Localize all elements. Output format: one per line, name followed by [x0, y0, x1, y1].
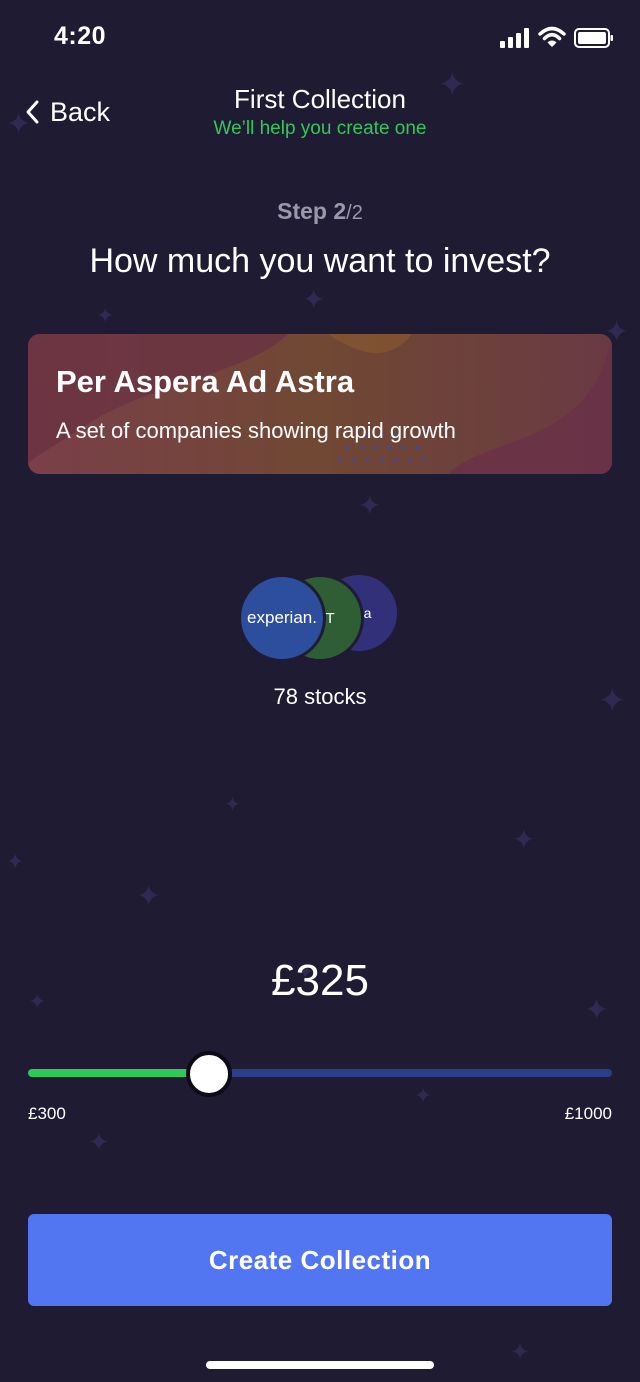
- create-collection-button[interactable]: Create Collection: [28, 1214, 612, 1306]
- star-decoration-icon: ✦: [510, 1338, 531, 1366]
- status-time: 4:20: [54, 22, 107, 50]
- app-screen: ✦ ✦ ✦ ✦ ✦ ✦ ✦ ✦ ✦ ✦ ✦ ✦ ✦ ✦ ✦ ✦ ✦ 4:20 B…: [0, 0, 640, 1382]
- star-decoration-icon: ✦: [358, 489, 382, 522]
- slider-min-label: £300: [28, 1104, 66, 1123]
- wifi-icon: [538, 26, 566, 47]
- page-subtitle: We’ll help you create one: [213, 118, 427, 139]
- card-background-art: [28, 334, 612, 474]
- collection-title: Per Aspera Ad Astra: [56, 364, 355, 399]
- company-logo-experian: experian.: [238, 574, 326, 662]
- star-decoration-icon: ✦: [136, 879, 162, 914]
- slider-thumb[interactable]: [186, 1051, 232, 1097]
- company-logo-stack: neca ATT experian.: [238, 572, 404, 662]
- slider-fill: [28, 1069, 209, 1077]
- collection-description: A set of companies showing rapid growth: [56, 418, 456, 443]
- question-heading: How much you want to invest?: [89, 242, 551, 280]
- star-decoration-icon: ✦: [512, 823, 536, 856]
- status-bar: 4:20: [0, 0, 640, 80]
- page-title: First Collection: [234, 84, 406, 114]
- step-current: Step 2: [277, 198, 347, 224]
- step-indicator: Step 2/2: [0, 198, 640, 225]
- star-decoration-icon: ✦: [224, 792, 241, 816]
- collection-card[interactable]: Per Aspera Ad Astra A set of companies s…: [28, 334, 612, 474]
- slider-max-label: £1000: [564, 1104, 612, 1123]
- investment-amount: £325: [271, 956, 369, 1005]
- battery-icon: [574, 28, 613, 48]
- star-decoration-icon: ✦: [88, 1128, 110, 1158]
- star-decoration-icon: ✦: [6, 850, 25, 875]
- star-decoration-icon: ✦: [302, 283, 326, 316]
- stock-count: 78 stocks: [273, 684, 367, 709]
- home-indicator: [206, 1361, 434, 1369]
- cellular-signal-icon: [500, 28, 529, 48]
- star-decoration-icon: ✦: [96, 304, 115, 329]
- investment-slider[interactable]: [28, 1048, 612, 1100]
- step-total: /2: [346, 202, 363, 224]
